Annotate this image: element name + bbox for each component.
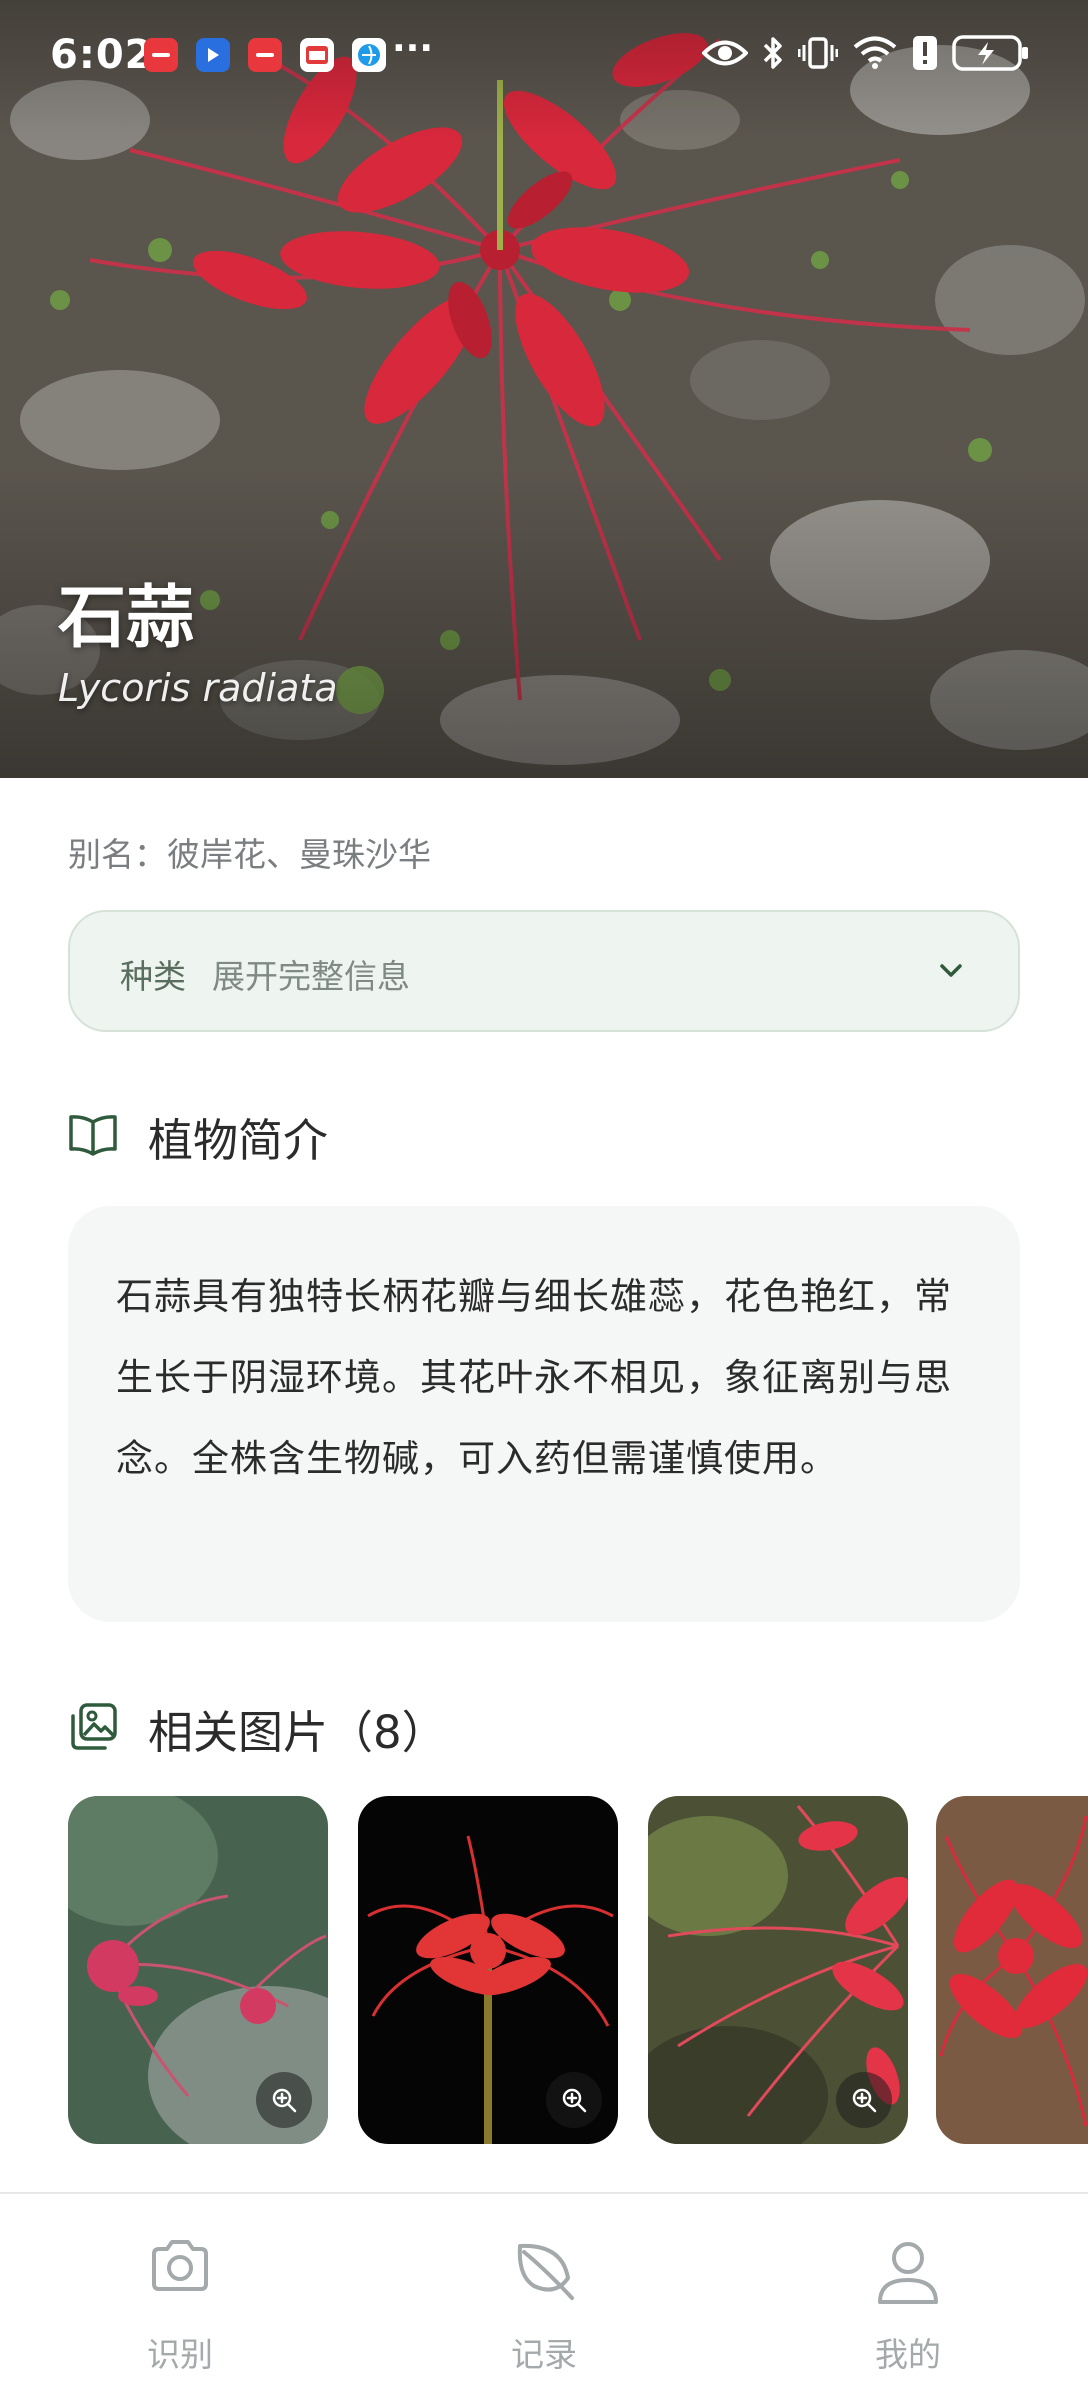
more-notifications: ··· bbox=[392, 28, 434, 69]
zoom-in-icon[interactable] bbox=[546, 2072, 602, 2128]
plant-latin-name: Lycoris radiata bbox=[58, 666, 338, 710]
zoom-in-icon[interactable] bbox=[256, 2072, 312, 2128]
huawei-store-icon bbox=[248, 38, 282, 72]
bottom-nav: 识别 记录 我的 bbox=[0, 2192, 1088, 2400]
mail-app-icon bbox=[300, 38, 334, 72]
related-images-header: 相关图片（8） bbox=[68, 1696, 447, 1761]
category-expand-bar[interactable]: 种类 展开完整信息 bbox=[68, 910, 1020, 1032]
plant-intro-card: 石蒜具有独特长柄花瓣与细长雄蕊，花色艳红，常生长于阴湿环境。其花叶永不相见，象征… bbox=[68, 1206, 1020, 1622]
related-image-4[interactable] bbox=[936, 1796, 1088, 2144]
related-image-1[interactable] bbox=[68, 1796, 328, 2144]
nav-item-records[interactable]: 记录 bbox=[424, 2194, 664, 2400]
battery-icon bbox=[952, 34, 1030, 72]
related-images-carousel[interactable] bbox=[68, 1796, 1088, 2144]
wifi-icon bbox=[852, 36, 898, 70]
hero-image: 6:02 ··· 石蒜 Lycoris radiata bbox=[0, 0, 1088, 778]
plant-name: 石蒜 bbox=[58, 579, 195, 658]
alert-icon bbox=[912, 35, 938, 71]
huawei-appgallery-icon bbox=[144, 38, 178, 72]
browser-app-icon bbox=[352, 38, 386, 72]
user-icon bbox=[876, 2238, 940, 2310]
gallery-icon bbox=[68, 1702, 118, 1756]
nav-label-identify: 识别 bbox=[147, 2335, 213, 2374]
plant-intro-title: 植物简介 bbox=[148, 1114, 329, 1167]
related-image-4-photo bbox=[936, 1796, 1088, 2144]
camera-icon bbox=[148, 2238, 212, 2298]
eye-comfort-icon bbox=[702, 38, 748, 68]
nav-item-identify[interactable]: 识别 bbox=[60, 2194, 300, 2400]
chevron-down-icon bbox=[934, 954, 968, 992]
nav-item-mine[interactable]: 我的 bbox=[788, 2194, 1028, 2400]
bluetooth-icon bbox=[762, 35, 784, 71]
vibrate-icon bbox=[798, 36, 838, 70]
nav-label-mine: 我的 bbox=[875, 2335, 941, 2374]
related-image-2[interactable] bbox=[358, 1796, 618, 2144]
category-expand-text: 展开完整信息 bbox=[212, 957, 410, 996]
plant-alias: 别名：彼岸花、曼珠沙华 bbox=[68, 835, 431, 874]
plant-intro-text: 石蒜具有独特长柄花瓣与细长雄蕊，花色艳红，常生长于阴湿环境。其花叶永不相见，象征… bbox=[116, 1275, 952, 1480]
zoom-in-icon[interactable] bbox=[836, 2072, 892, 2128]
related-image-3[interactable] bbox=[648, 1796, 908, 2144]
status-bar: 6:02 ··· bbox=[0, 0, 1088, 112]
category-label: 种类 bbox=[120, 957, 186, 996]
related-images-title: 相关图片（8） bbox=[148, 1706, 447, 1759]
book-icon bbox=[68, 1113, 118, 1161]
leaf-icon bbox=[512, 2238, 576, 2306]
arrow-app-icon bbox=[196, 38, 230, 72]
status-time: 6:02 bbox=[50, 32, 154, 78]
plant-intro-header: 植物简介 bbox=[68, 1104, 328, 1169]
nav-label-records: 记录 bbox=[511, 2335, 577, 2374]
plant-photo bbox=[0, 0, 1088, 778]
